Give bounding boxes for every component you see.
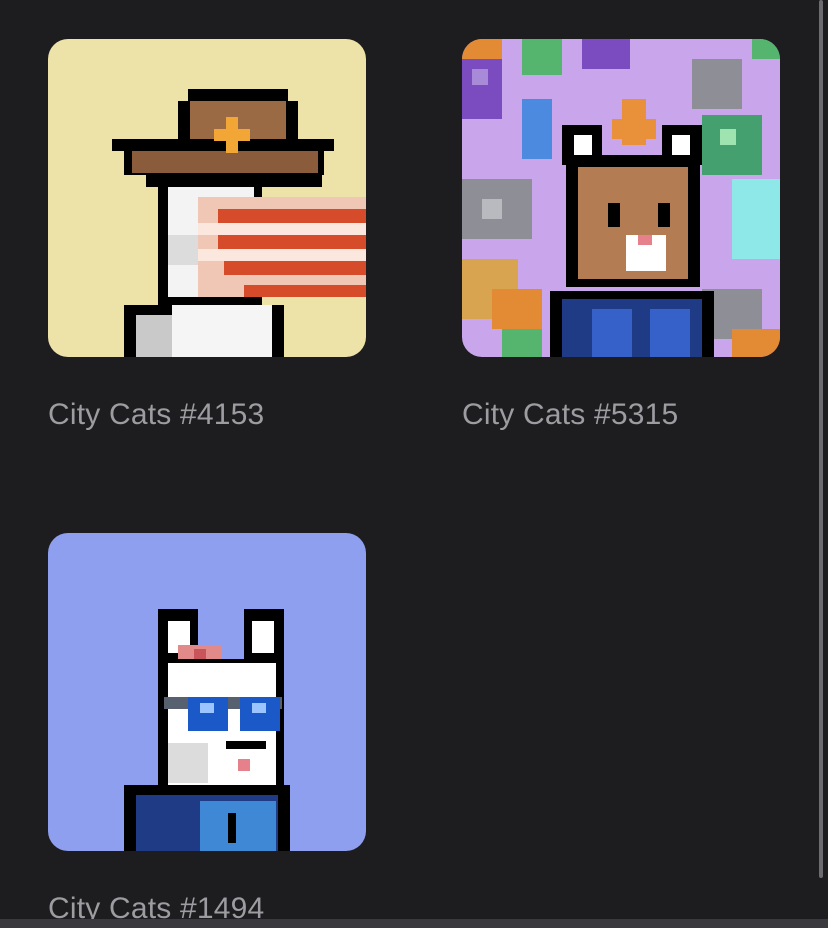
nft-grid: City Cats #4153 City Cats #5315 City Cat… — [0, 0, 818, 928]
bottom-toolbar-edge — [0, 919, 828, 928]
nft-title: City Cats #5315 — [462, 398, 679, 431]
nft-card[interactable]: City Cats #4153 — [48, 39, 366, 432]
sunglasses-cat-image — [48, 533, 366, 851]
nft-thumbnail[interactable] — [48, 39, 366, 357]
vertical-scrollbar[interactable] — [819, 0, 823, 878]
nft-thumbnail[interactable] — [48, 533, 366, 851]
flower-cat-image — [462, 39, 780, 357]
cowboy-cat-image — [48, 39, 366, 357]
nft-card[interactable]: City Cats #5315 — [462, 39, 780, 432]
nft-title: City Cats #4153 — [48, 398, 265, 431]
nft-thumbnail[interactable] — [462, 39, 780, 357]
nft-card[interactable]: City Cats #1494 — [48, 533, 366, 926]
